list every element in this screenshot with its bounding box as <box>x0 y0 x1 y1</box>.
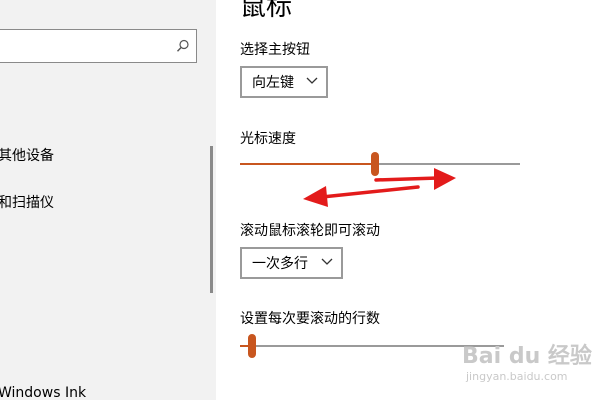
lines-per-scroll-label: 设置每次要滚动的行数 <box>240 311 380 327</box>
settings-window: 其他设备 和扫描仪 Windows Ink 鼠标 选择主按钮 向左键 光标速度 … <box>0 0 600 400</box>
nav-item-other-devices[interactable]: 其他设备 <box>0 145 54 165</box>
primary-button-dropdown[interactable]: 向左键 <box>240 66 328 98</box>
watermark-url: jingyan.baidu.com <box>466 370 568 383</box>
slider-thumb[interactable] <box>370 152 379 176</box>
chevron-down-icon <box>321 258 333 265</box>
wheel-scroll-label: 滚动鼠标滚轮即可滚动 <box>240 223 380 239</box>
nav-item-printers-scanners[interactable]: 和扫描仪 <box>0 192 54 212</box>
slider-track-remaining <box>374 163 520 165</box>
slider-thumb[interactable] <box>247 334 256 358</box>
search-input[interactable] <box>0 29 197 63</box>
nav-item-windows-ink[interactable]: Windows Ink <box>0 385 86 400</box>
slider-track-filled <box>240 163 375 165</box>
wheel-scroll-dropdown[interactable]: 一次多行 <box>240 247 343 279</box>
chevron-down-icon <box>306 77 318 84</box>
arrow-left-icon <box>303 185 420 207</box>
cursor-speed-slider[interactable] <box>240 150 520 178</box>
cursor-speed-label: 光标速度 <box>240 131 296 147</box>
nav-scrollbar[interactable] <box>210 146 213 293</box>
primary-button-label: 选择主按钮 <box>240 42 310 58</box>
watermark-brand: Bai du 经验 <box>462 344 592 369</box>
wheel-scroll-value: 一次多行 <box>252 256 308 272</box>
page-title: 鼠标 <box>240 0 293 22</box>
nav-pane: 其他设备 和扫描仪 Windows Ink <box>0 0 216 400</box>
watermark: Bai du 经验 jingyan.baidu.com <box>462 338 594 388</box>
search-icon[interactable] <box>176 39 190 53</box>
primary-button-value: 向左键 <box>252 75 294 91</box>
